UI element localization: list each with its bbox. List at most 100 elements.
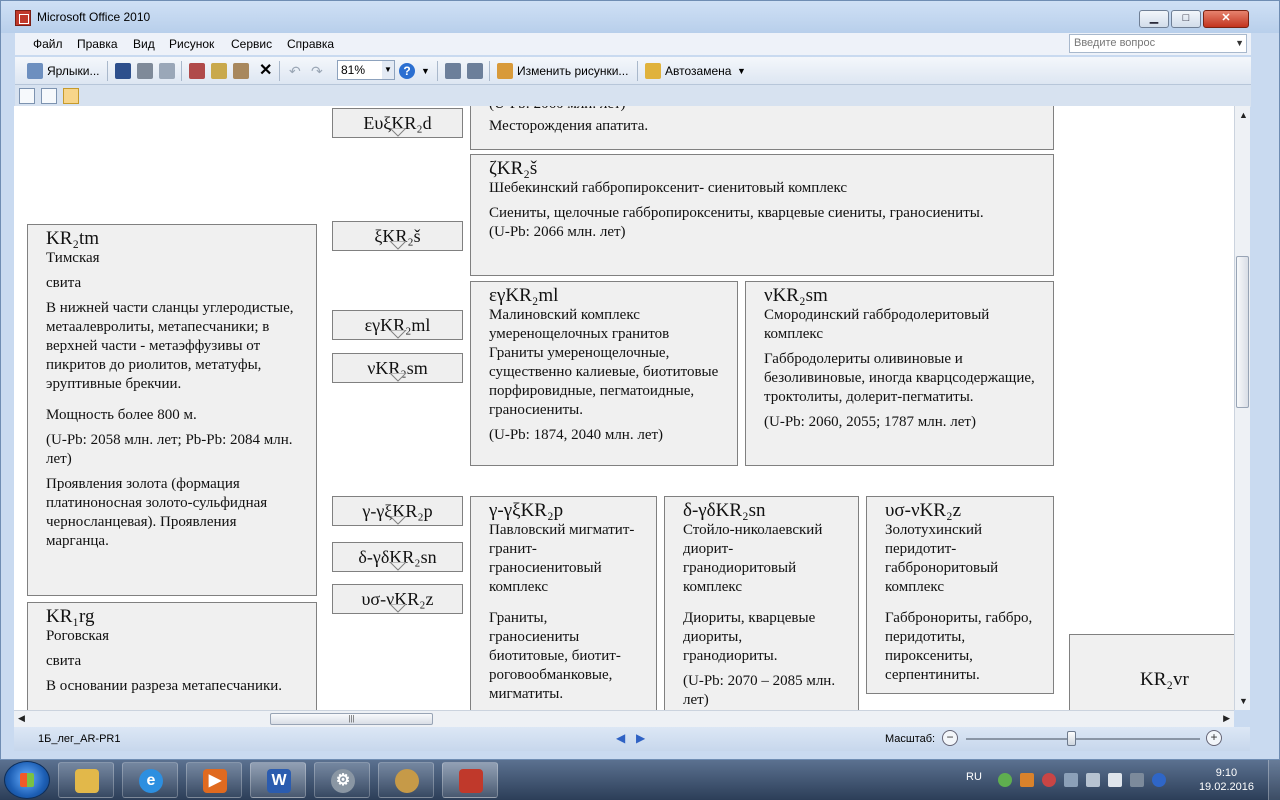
toolbar-divider [107, 61, 108, 81]
delete-icon[interactable]: ✕ [259, 62, 272, 80]
menu-edit[interactable]: Правка [77, 37, 118, 51]
chevron-down-icon[interactable]: ▼ [1235, 38, 1244, 48]
save-icon[interactable] [115, 63, 131, 79]
shebekino-rocks: Сиениты, щелочные габбропироксениты, ква… [489, 205, 984, 221]
media-player-icon: ▶ [203, 769, 227, 793]
window-title: Microsoft Office 2010 [37, 10, 151, 24]
sorter-view-button[interactable] [41, 88, 57, 104]
taskbar-media[interactable]: ▶ [186, 762, 242, 798]
copy-icon[interactable] [211, 63, 227, 79]
print-preview-icon[interactable] [159, 63, 175, 79]
zoom-select[interactable]: 81% ▼ [337, 60, 395, 80]
menu-picture[interactable]: Рисунок [169, 37, 214, 51]
tray-app-icon[interactable] [1020, 773, 1034, 787]
zoom-slider-handle[interactable] [1067, 731, 1077, 746]
print-icon[interactable] [137, 63, 153, 79]
rotate-right-icon[interactable] [467, 63, 483, 79]
redo-icon[interactable]: ↷ [311, 62, 323, 80]
language-indicator[interactable]: RU [966, 771, 982, 783]
rogovskaya-name: Роговская [46, 628, 110, 644]
zoom-out-icon[interactable]: − [942, 730, 958, 746]
legend-tag: δ-γδKR₂sn [332, 542, 463, 572]
zolotukhinsky-rocks: Габбронориты, габбро, перидотиты, пирокс… [885, 610, 1033, 683]
stoilo-code: δ-γδKR₂sn [683, 500, 766, 521]
apatite-box: (U-Pb: 2060 млн. лет) Месторождения апат… [470, 106, 1054, 150]
vr-box: KR₂vr [1069, 634, 1234, 710]
chevron-down-icon[interactable]: ▼ [382, 61, 394, 79]
taskbar-explorer[interactable] [58, 762, 114, 798]
toolbar-options-icon[interactable]: ▼ [737, 62, 746, 80]
edit-pictures-button[interactable]: Изменить рисунки... [517, 62, 628, 80]
toolbar-divider [637, 61, 638, 81]
taskbar-office-picture[interactable] [442, 762, 498, 798]
rogovskaya-suite: свита [46, 653, 82, 669]
vertical-scroll-thumb[interactable] [1236, 256, 1249, 408]
bluetooth-icon[interactable] [1152, 773, 1166, 787]
zoom-in-icon[interactable]: + [1206, 730, 1222, 746]
rotate-left-icon[interactable] [445, 63, 461, 79]
status-bar: 1Б_лег_AR-PR1 ◀ ▶ Масштаб: − + [14, 727, 1250, 751]
zoom-slider[interactable] [966, 738, 1200, 740]
prev-page-icon[interactable]: ◀ [616, 731, 625, 745]
start-button[interactable] [4, 761, 50, 799]
tray-app-icon[interactable] [1042, 773, 1056, 787]
internet-explorer-icon: e [139, 769, 163, 793]
help-search-input[interactable]: Введите вопрос ▼ [1069, 34, 1247, 53]
show-desktop-button[interactable] [1268, 760, 1280, 800]
normal-view-button[interactable] [19, 88, 35, 104]
shebekino-box: ζKR₂š Шебекинский габбропироксенит- сиен… [470, 154, 1054, 276]
app-icon [15, 10, 31, 26]
malinovsky-box: εγKR₂ml Малиновский комплекс умеренощело… [470, 281, 738, 466]
taskbar-ie[interactable]: e [122, 762, 178, 798]
help-icon[interactable]: ? [399, 63, 415, 79]
antivirus-icon[interactable] [998, 773, 1012, 787]
autocorrect-button[interactable]: Автозамена [665, 62, 731, 80]
legend-tag: γ-γξKR₂p [332, 496, 463, 526]
undo-icon[interactable]: ↶ [289, 62, 301, 80]
menu-help[interactable]: Справка [287, 37, 334, 51]
clock[interactable]: 9:10 19.02.2016 [1199, 766, 1254, 794]
taskbar-paint[interactable] [378, 762, 434, 798]
paste-icon[interactable] [233, 63, 249, 79]
horizontal-scroll-thumb[interactable]: ||| [270, 713, 433, 725]
menu-file[interactable]: Файл [33, 37, 63, 51]
scroll-right-icon[interactable]: ▶ [1223, 713, 1230, 724]
menu-tools[interactable]: Сервис [231, 37, 272, 51]
timskaya-thickness: Мощность более 800 м. [46, 407, 197, 423]
legend-tag: EυξKR₂d [332, 108, 463, 138]
cut-icon[interactable] [189, 63, 205, 79]
scroll-down-icon[interactable]: ▼ [1239, 696, 1248, 706]
maximize-button[interactable]: □ [1171, 10, 1201, 28]
toolbar-divider [437, 61, 438, 81]
shebekino-code: ζKR₂š [489, 158, 538, 179]
word-icon: W [267, 769, 291, 793]
smorodinsky-name: Смородинский габбродолеритовый комплекс [764, 307, 990, 342]
picture-manager-icon [459, 769, 483, 793]
menu-view[interactable]: Вид [133, 37, 155, 51]
minimize-button[interactable]: ▁ [1139, 10, 1169, 28]
toolbar-options-icon[interactable]: ▼ [421, 62, 430, 80]
document-tab-name: 1Б_лег_AR-PR1 [38, 733, 121, 745]
close-button[interactable]: ✕ [1203, 10, 1249, 28]
smorodinsky-rocks: Габбродолериты оливиновые и безоливиновы… [764, 351, 1035, 405]
scroll-left-icon[interactable]: ◀ [18, 713, 25, 724]
help-search-placeholder: Введите вопрос [1074, 37, 1156, 49]
network-icon[interactable] [1064, 773, 1078, 787]
zoom-label: Масштаб: [885, 733, 936, 745]
speaker-icon[interactable] [1130, 773, 1144, 787]
tray-app-icon[interactable] [1086, 773, 1100, 787]
horizontal-scrollbar[interactable]: ◀ ||| ▶ [14, 710, 1234, 727]
scroll-up-icon[interactable]: ▲ [1239, 110, 1248, 120]
vertical-scrollbar[interactable]: ▲ ▼ [1234, 106, 1250, 710]
rogovskaya-desc: В основании разреза метапесчаники. [46, 678, 283, 694]
folder-icon [75, 769, 99, 793]
slide-view-button[interactable] [63, 88, 79, 104]
zoom-value: 81% [341, 63, 366, 77]
next-page-icon[interactable]: ▶ [636, 731, 645, 745]
zolotukhinsky-box: υσ-νKR₂z Золотухинский перидотит- габбро… [866, 496, 1054, 694]
taskbar-control-panel[interactable]: ⚙ [314, 762, 370, 798]
taskbar-word[interactable]: W [250, 762, 306, 798]
usb-icon[interactable] [1108, 773, 1122, 787]
malinovsky-rocks: Граниты умеренощелочные, существенно кал… [489, 345, 719, 418]
shortcuts-button[interactable]: Ярлыки... [47, 62, 100, 80]
